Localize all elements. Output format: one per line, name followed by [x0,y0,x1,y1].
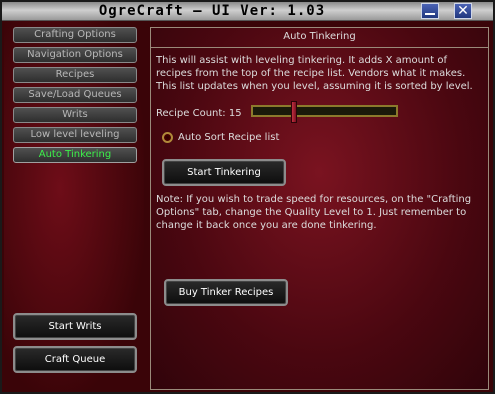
buy-tinker-recipes-button[interactable]: Buy Tinker Recipes [164,279,288,306]
title-bar[interactable]: OgreCraft — UI Ver: 1.03 ✕ [2,2,493,21]
recipe-count-label: Recipe Count: 15 [156,108,242,119]
nav-auto-tinkering[interactable]: Auto Tinkering [13,147,137,163]
panel-description: This will assist with leveling tinkering… [156,55,473,92]
panel-divider [150,47,489,48]
nav-writs[interactable]: Writs [13,107,137,123]
minimize-button[interactable] [421,3,439,19]
close-button[interactable]: ✕ [454,3,472,19]
panel-title: Auto Tinkering [283,31,356,42]
sidebar: Crafting Options Navigation Options Reci… [4,21,144,392]
ogrecraft-window: OgreCraft — UI Ver: 1.03 ✕ Crafting Opti… [0,0,495,394]
slider-handle[interactable] [291,101,297,123]
nav-low-level-leveling[interactable]: Low level leveling [13,127,137,143]
nav-save-load-queues[interactable]: Save/Load Queues [13,87,137,103]
nav-navigation-options[interactable]: Navigation Options [13,47,137,63]
start-tinkering-button[interactable]: Start Tinkering [162,159,286,186]
panel-note: Note: If you wish to trade speed for res… [156,194,472,231]
auto-sort-radio[interactable] [162,132,173,143]
auto-sort-label[interactable]: Auto Sort Recipe list [178,132,279,143]
nav-crafting-options[interactable]: Crafting Options [13,27,137,43]
craft-queue-button[interactable]: Craft Queue [13,346,137,373]
auto-tinkering-panel: Auto Tinkering This will assist with lev… [150,27,489,390]
recipe-count-slider[interactable] [251,101,398,123]
nav-recipes[interactable]: Recipes [13,67,137,83]
start-writs-button[interactable]: Start Writs [13,313,137,340]
window-title: OgreCraft — UI Ver: 1.03 [98,3,326,19]
